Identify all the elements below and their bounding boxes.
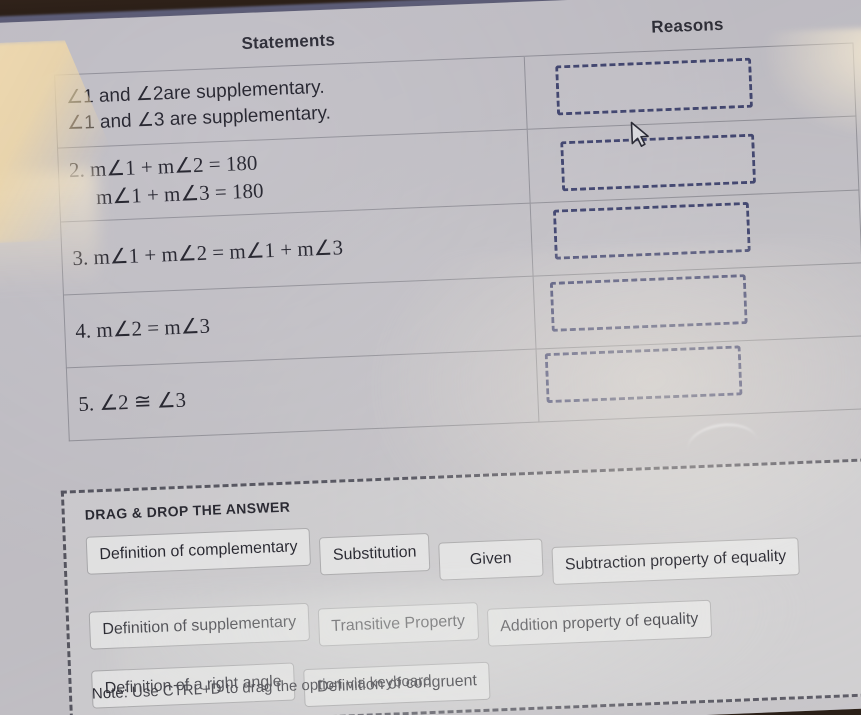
reason-dropzone-5[interactable] bbox=[544, 345, 743, 403]
option-subtraction-property-of-equality[interactable]: Subtraction property of equality bbox=[551, 537, 800, 586]
statement-number: 4. bbox=[74, 317, 92, 343]
reason-dropzone-1[interactable] bbox=[554, 57, 753, 116]
reason-cell-2 bbox=[526, 116, 859, 203]
drag-and-drop-panel: DRAG & DROP THE ANSWER Definition of com… bbox=[60, 456, 861, 715]
statement-line: ∠2 ≅ ∠3 bbox=[98, 387, 187, 415]
reason-dropzone-4[interactable] bbox=[549, 273, 748, 332]
option-substitution[interactable]: Substitution bbox=[319, 533, 431, 576]
option-definition-of-supplementary[interactable]: Definition of supplementary bbox=[88, 602, 310, 650]
option-addition-property-of-equality[interactable]: Addition property of equality bbox=[486, 599, 713, 647]
reason-cell-1 bbox=[523, 43, 856, 130]
statement-line: m∠1 + m∠2 = m∠1 + m∠3 bbox=[92, 234, 344, 269]
statement-number: 2. bbox=[68, 157, 86, 183]
browser-content: Statements Reasons ∠1 and ∠2are suppleme… bbox=[0, 0, 861, 715]
statement-line: m∠2 = m∠3 bbox=[95, 313, 211, 342]
arrow-pointer-icon bbox=[630, 121, 649, 147]
reason-cell-4 bbox=[532, 262, 861, 349]
statement-number: 3. bbox=[71, 244, 89, 270]
statement-line: m∠1 + m∠2 = 180 bbox=[89, 150, 258, 182]
drag-drop-title: DRAG & DROP THE ANSWER bbox=[84, 498, 291, 523]
reason-dropzone-3[interactable] bbox=[552, 201, 751, 260]
laptop-screen-photo: Statements Reasons ∠1 and ∠2are suppleme… bbox=[0, 0, 861, 715]
two-column-proof-table: Statements Reasons ∠1 and ∠2are suppleme… bbox=[52, 0, 861, 441]
reason-dropzone-2[interactable] bbox=[559, 133, 756, 192]
reason-cell-3 bbox=[529, 189, 861, 276]
option-transitive-property[interactable]: Transitive Property bbox=[317, 602, 479, 647]
statement-number: 5. bbox=[77, 390, 95, 416]
option-definition-of-complementary[interactable]: Definition of complementary bbox=[85, 527, 312, 575]
reason-cell-5 bbox=[535, 335, 861, 422]
option-given[interactable]: Given bbox=[438, 538, 544, 581]
